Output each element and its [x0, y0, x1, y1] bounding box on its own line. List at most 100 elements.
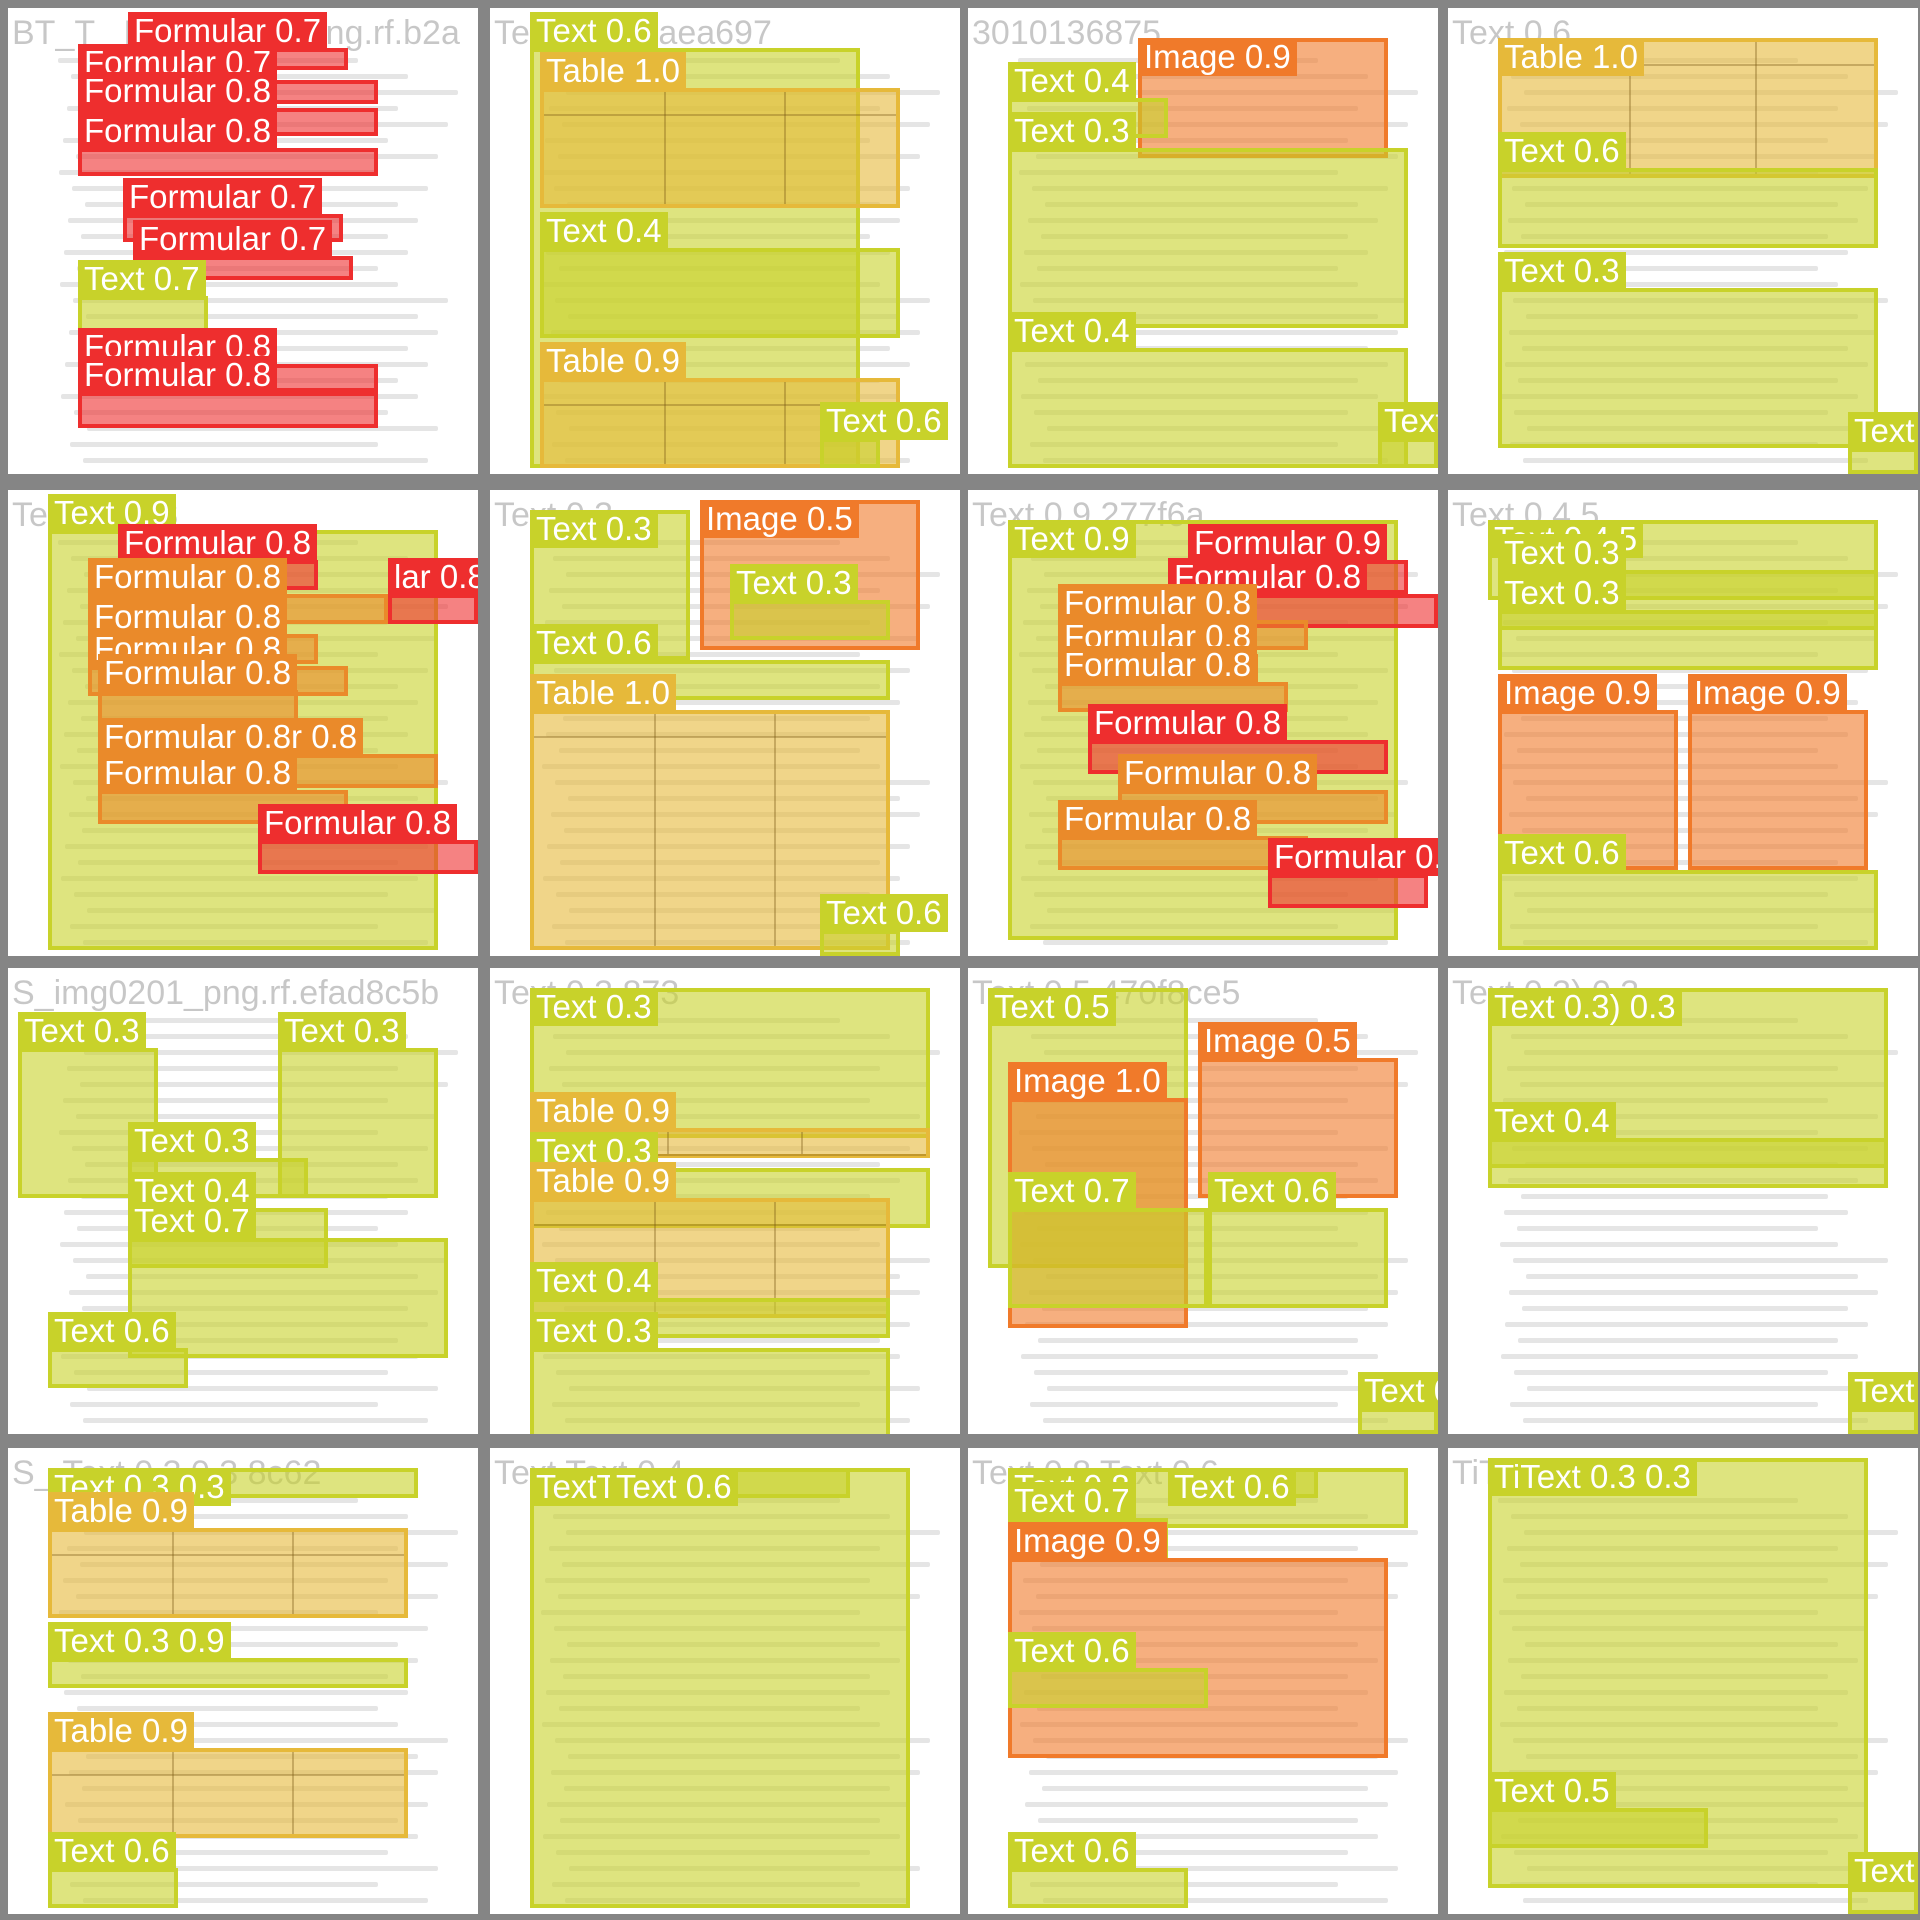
- tile: Text 0.6 c7aea697Text 0.6Table 1.0Text 0…: [490, 8, 960, 474]
- detection-box-text: Text: [1848, 412, 1918, 474]
- detection-label: Text 0.6: [530, 624, 658, 662]
- table-grid-line: [52, 1774, 404, 1776]
- text-line: [1501, 1354, 1858, 1359]
- detection-box-text: Text 0.6: [1208, 1172, 1388, 1308]
- tile: Text 0.3 873Text 0.3Table 0.9Text 0.3Tab…: [490, 968, 960, 1434]
- detection-label: Text 0.6: [1498, 834, 1626, 872]
- table-grid-line: [172, 1532, 174, 1614]
- detection-label: Table 1.0: [1498, 38, 1644, 76]
- table-grid-line: [664, 382, 666, 464]
- detection-label: Formular 0.8: [78, 112, 278, 150]
- text-line: [1522, 1306, 1848, 1311]
- text-line: [1514, 1370, 1828, 1375]
- detection-label: Text 0.4: [1008, 312, 1136, 350]
- detection-label: Formular 0.8: [98, 654, 298, 692]
- detection-label: Text 0.7: [1378, 402, 1438, 440]
- detection-label: Text: [1848, 412, 1918, 450]
- detection-label: Text 0.7: [78, 260, 206, 298]
- detection-label: Text 0.7: [128, 1202, 256, 1240]
- detection-label: Text 0.3: [530, 510, 658, 548]
- detection-box-text: Text 0.3: [1498, 574, 1878, 670]
- detection-box-text: Text 0.6: [1168, 1468, 1318, 1506]
- detection-label: Text 0.3: [1498, 252, 1626, 290]
- table-grid-line: [292, 1752, 294, 1834]
- detection-box-text: Text 0.4: [540, 212, 900, 338]
- detection-label: Formular 0.7: [123, 178, 323, 216]
- detection-label: Text 0.3: [278, 1012, 406, 1050]
- detection-box-image: Image 0.9: [1138, 38, 1388, 158]
- detection-label: Text 0.9: [1008, 520, 1136, 558]
- table-grid-line: [292, 1532, 294, 1614]
- detection-box-table: Table 1.0: [540, 52, 900, 208]
- detection-box-text: Text: [1848, 1372, 1918, 1434]
- tile: Text Text 0.4TextText 0.4Text 0.6: [490, 1448, 960, 1914]
- detection-label: Text 0.6: [1008, 1632, 1136, 1670]
- detection-label: Text 0.6: [1008, 1832, 1136, 1870]
- detection-label: Text: [1848, 1852, 1918, 1890]
- detection-box-table: Table 0.9: [48, 1492, 408, 1618]
- detection-box-table: Table 0.9: [48, 1712, 408, 1838]
- table-grid-line: [774, 714, 776, 946]
- tile: BT_T_ Formular 0.7 ng.rf.b2aFormular 0.7…: [8, 8, 478, 474]
- detection-label: Image 0.5: [1198, 1022, 1357, 1060]
- detection-box-text: Text 0.3: [1498, 252, 1878, 448]
- detection-grid: BT_T_ Formular 0.7 ng.rf.b2aFormular 0.7…: [0, 0, 1920, 1920]
- detection-box-text: Text 0.6: [1498, 132, 1878, 248]
- table-grid-line: [172, 1752, 174, 1834]
- detection-box-text: Text 0.3 0.9: [48, 1622, 408, 1688]
- detection-label: Table 1.0: [530, 674, 676, 712]
- tile: Text 0.3) 0.3Text 0.3) 0.3Text 0.4Text: [1448, 968, 1918, 1434]
- text-line: [1500, 1242, 1838, 1247]
- detection-box-text: Text 0.4: [1488, 1102, 1888, 1168]
- text-line: [1517, 1226, 1818, 1231]
- detection-label: Formular 0.8: [258, 804, 458, 842]
- detection-label: Text 0.7: [1008, 1172, 1136, 1210]
- text-line: [1521, 1194, 1828, 1199]
- detection-label: Formular 0.8: [118, 524, 318, 562]
- detection-label: Text 0.6: [48, 1312, 176, 1350]
- detection-box-text: Text 0.6: [1498, 834, 1878, 950]
- text-line: [1047, 1386, 1398, 1391]
- table-grid-line: [1755, 42, 1758, 174]
- detection-box-text: Text 0.7: [78, 260, 208, 332]
- text-line: [1523, 458, 1868, 463]
- detection-label: Text 0.6: [530, 12, 658, 50]
- text-line: [77, 1706, 378, 1711]
- detection-label: Table 0.9: [530, 1162, 676, 1200]
- text-line: [1523, 1418, 1868, 1423]
- tile: Text 0.3Text 0.3Image 0.5Text 0.3Text 0.…: [490, 490, 960, 956]
- table-grid-line: [544, 114, 896, 116]
- detection-label: lar 0.8: [388, 558, 478, 596]
- detection-box-formular: Formular 0.8: [78, 112, 378, 176]
- detection-box-text: Text 0.7: [1008, 1172, 1208, 1308]
- detection-label: Table 0.9: [530, 1092, 676, 1130]
- detection-label: Image 0.9: [1688, 674, 1847, 712]
- detection-box-text: Text 0.3: [1008, 112, 1408, 328]
- detection-box-formular: Formular 0.8: [1268, 838, 1438, 908]
- detection-label: Table 1.0: [540, 52, 686, 90]
- detection-label: Table 0.9: [48, 1492, 194, 1530]
- detection-label: Formular 0.8: [1058, 800, 1258, 838]
- tile: S_img0201_png.rf.efad8c5b Text 0.3 Text 0.…: [8, 968, 478, 1434]
- detection-label: Formular 0.9: [1188, 524, 1388, 562]
- detection-label: Text: [1848, 1372, 1918, 1410]
- text-line: [1021, 1354, 1378, 1359]
- detection-label: Image 0.9: [1498, 674, 1657, 712]
- detection-label: Formular 0.8: [98, 754, 298, 792]
- table-grid-line: [534, 736, 886, 738]
- text-line: [1038, 1818, 1358, 1823]
- detection-box-text: Text 0.7: [128, 1202, 448, 1358]
- text-line: [1043, 940, 1388, 945]
- tile: TiText 0.3 0.3TiText 0.3 0.3Text 0.5Text: [1448, 1448, 1918, 1914]
- detection-label: Image 1.0: [1008, 1062, 1167, 1100]
- detection-label: Text 0.4: [540, 212, 668, 250]
- tile: Text 0.8 Text 0.6Text 0.8Text 0.6Text 0.…: [968, 1448, 1438, 1914]
- text-line: [1504, 1210, 1848, 1215]
- text-line: [1523, 1898, 1868, 1903]
- detection-label: Image 0.9: [1138, 38, 1297, 76]
- detection-box-formular: lar 0.8: [388, 558, 478, 624]
- detection-box-text: Text 0.6: [48, 1832, 178, 1908]
- text-line: [1034, 1370, 1348, 1375]
- detection-label: Image 0.9: [1008, 1522, 1167, 1560]
- text-line: [1029, 1770, 1398, 1775]
